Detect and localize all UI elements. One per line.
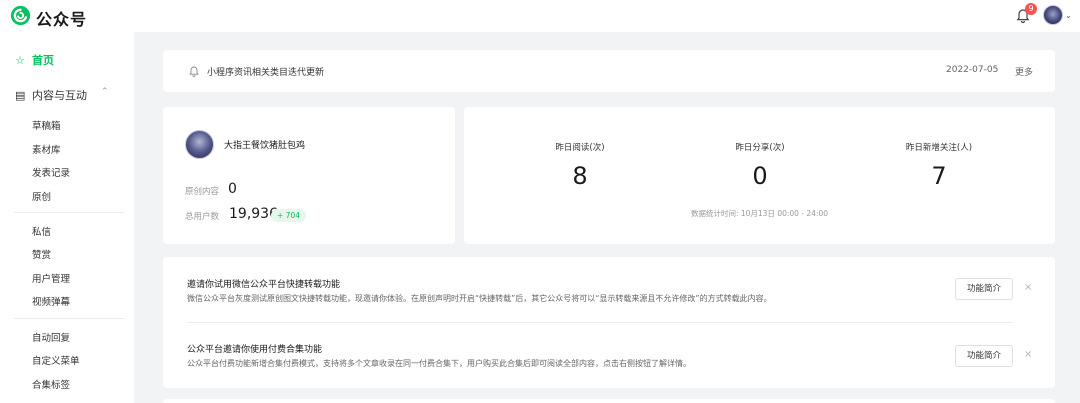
stat-reads-label: 昨日阅读(次) [555, 143, 605, 153]
total-users-label: 总用户数 [185, 212, 220, 222]
sidebar-item-collection-tags[interactable]: 合集标签 [32, 377, 70, 391]
sidebar-item-users[interactable]: 用户管理 [32, 271, 70, 285]
sidebar-divider [14, 318, 124, 319]
sidebar: ☆ 首页 ▤ 内容与互动 ⌃ 草稿箱 素材库 发表记录 原创 私信 赞赏 用户管理 … [0, 32, 134, 403]
sidebar-item-materials[interactable]: 素材库 [32, 142, 61, 156]
sidebar-group-content[interactable]: ▤ 内容与互动 ⌃ [15, 87, 109, 103]
stat-reads-value: 8 [572, 162, 588, 190]
brand-title: 公众号 [36, 10, 88, 29]
stat-shares-value: 0 [752, 162, 768, 190]
invite-title: 邀请你试用微信公众平台快捷转载功能 [187, 280, 341, 290]
stats-footnote: 数据统计时间: 10月13日 00:00 - 24:00 [690, 209, 829, 218]
invite-divider [187, 322, 1013, 323]
notice-link[interactable]: 小程序资讯相关类目迭代更新 [207, 65, 324, 78]
stats-card: 昨日阅读(次) 8 昨日分享(次) 0 昨日新增关注(人) 7 数据统计时间: … [464, 107, 1055, 244]
document-icon: ▤ [15, 89, 26, 102]
stat-shares-label: 昨日分享(次) [735, 143, 785, 153]
notification-badge: 9 [1025, 3, 1037, 15]
user-avatar[interactable] [1043, 5, 1063, 25]
account-avatar [185, 130, 214, 159]
wechat-official-logo-icon[interactable] [10, 5, 31, 26]
next-card [163, 399, 1055, 403]
users-delta-badge: + 704 [271, 209, 306, 222]
sidebar-divider [14, 212, 124, 213]
feature-intro-button[interactable]: 功能简介 [955, 345, 1013, 367]
sidebar-item-drafts[interactable]: 草稿箱 [32, 118, 61, 132]
invites-card: 邀请你试用微信公众平台快捷转载功能 微信公众平台灰度测试原创图文快捷转载功能，现… [163, 257, 1055, 388]
stat-new-followers-value: 7 [931, 162, 947, 190]
account-name: 大指王餐饮猪肚包鸡 [224, 141, 306, 151]
sidebar-item-custom-menu[interactable]: 自定义菜单 [32, 353, 80, 367]
chevron-up-icon[interactable]: ⌃ [101, 87, 109, 97]
close-icon[interactable]: × [1024, 282, 1032, 293]
notice-card: 小程序资讯相关类目迭代更新 2022-07-05 更多 [163, 50, 1055, 92]
invite-title: 公众平台邀请你使用付费合集功能 [187, 345, 323, 355]
close-icon[interactable]: × [1024, 349, 1032, 360]
sidebar-item-home[interactable]: ☆ 首页 [15, 52, 54, 68]
original-content-label: 原创内容 [185, 187, 220, 197]
sidebar-item-publish-records[interactable]: 发表记录 [32, 165, 70, 179]
sidebar-item-original[interactable]: 原创 [32, 189, 51, 203]
account-card: 大指王餐饮猪肚包鸡 原创内容 0 总用户数 19,936 + 704 [163, 107, 455, 244]
sidebar-item-auto-reply[interactable]: 自动回复 [32, 330, 70, 344]
more-link[interactable]: 更多 [1015, 65, 1033, 78]
chevron-down-icon[interactable]: ⌄ [1065, 11, 1072, 20]
sidebar-item-appreciation[interactable]: 赞赏 [32, 247, 51, 261]
feature-intro-button[interactable]: 功能简介 [955, 278, 1013, 300]
sidebar-item-video-danmaku[interactable]: 视频弹幕 [32, 294, 70, 308]
sidebar-group-label: 内容与互动 [32, 89, 87, 102]
stat-new-followers-label: 昨日新增关注(人) [905, 143, 973, 153]
notice-date: 2022-07-05 [946, 65, 999, 75]
invite-description: 公众平台付费功能新增合集付费模式，支持将多个文章收录在同一付费合集下，用户购买此… [187, 359, 691, 368]
bell-icon [189, 66, 199, 77]
home-icon: ☆ [15, 54, 25, 67]
sidebar-item-label: 首页 [32, 54, 54, 67]
sidebar-item-messages[interactable]: 私信 [32, 224, 51, 238]
original-content-value: 0 [228, 181, 237, 197]
top-bar: 公众号 9 ⌄ [0, 0, 1080, 32]
invite-description: 微信公众平台灰度测试原创图文快捷转载功能，现邀请你体验。在原创声明时开启“快捷转… [187, 294, 772, 303]
